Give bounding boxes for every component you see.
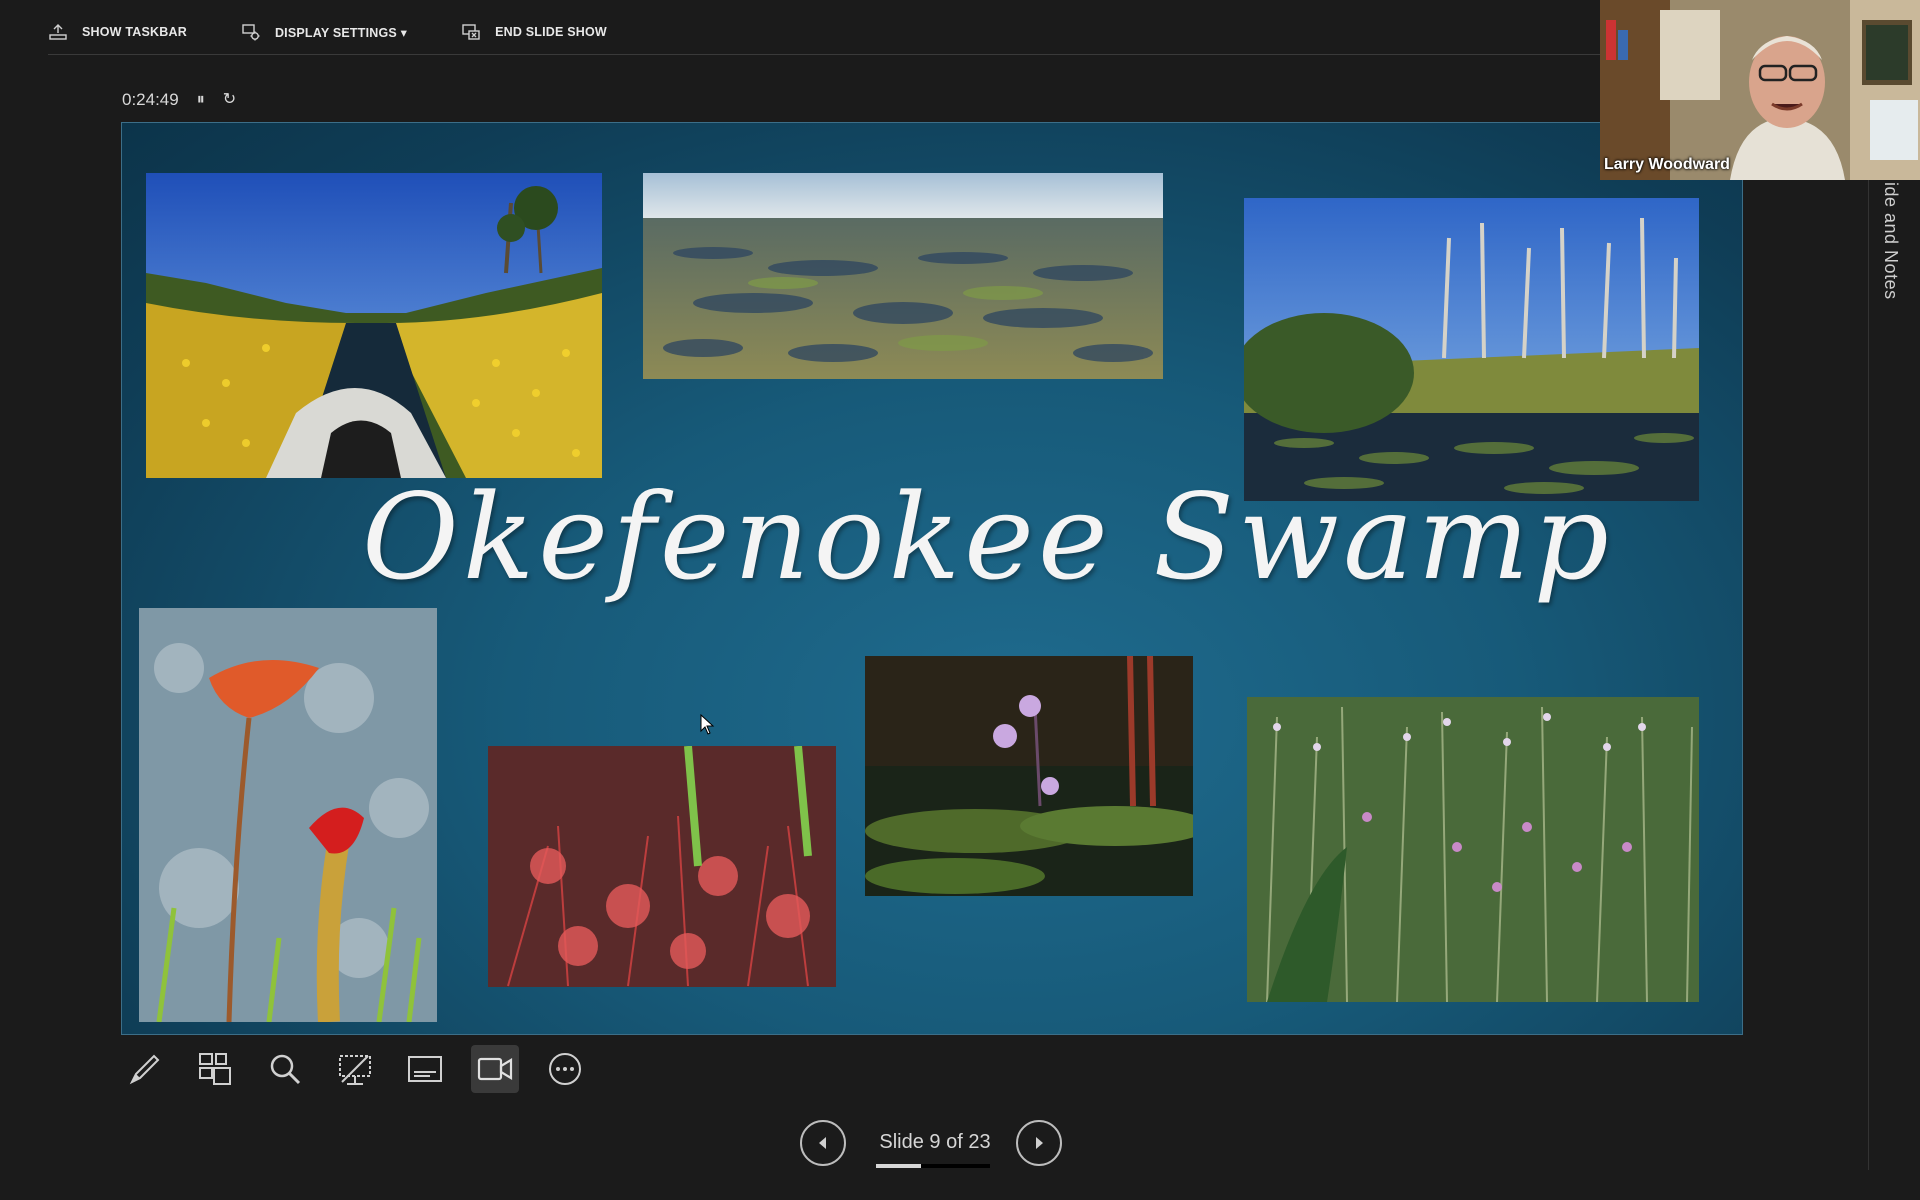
camera-toggle-button[interactable] xyxy=(331,1045,379,1093)
photo-canoe-canal xyxy=(146,173,602,478)
photo-cypress-lilypads xyxy=(1244,198,1699,501)
subtitles-icon xyxy=(408,1056,442,1082)
display-settings-label: DISPLAY SETTINGS ▾ xyxy=(274,25,408,40)
triangle-left-icon xyxy=(819,1137,826,1149)
slide-progress-bar xyxy=(876,1164,990,1168)
current-slide[interactable]: Okefenokee Swamp xyxy=(121,122,1743,1035)
pen-icon xyxy=(129,1054,160,1085)
previous-slide-button[interactable] xyxy=(800,1120,846,1166)
see-all-slides-button[interactable] xyxy=(191,1045,239,1093)
more-options-button[interactable] xyxy=(541,1045,589,1093)
video-button[interactable] xyxy=(471,1045,519,1093)
end-slide-show-label: END SLIDE SHOW xyxy=(495,25,607,39)
photo-bladderwort xyxy=(865,656,1193,896)
webcam-video: Larry Woodward xyxy=(1600,0,1920,180)
display-gear-icon xyxy=(242,24,260,41)
photo-aerial-prairie xyxy=(643,173,1163,379)
slide-navigation: Slide 9 of 23 xyxy=(800,1120,1068,1172)
webcam-feed-image xyxy=(1600,0,1920,180)
presentation-timer: 0:24:49 ⏸ ↻ xyxy=(122,90,236,110)
display-settings-button[interactable]: DISPLAY SETTINGS ▾ xyxy=(241,22,407,42)
ellipsis-icon xyxy=(549,1053,581,1085)
participant-name: Larry Woodward xyxy=(1604,156,1730,173)
pause-timer-button[interactable]: ⏸ xyxy=(197,92,205,108)
taskbar-icon xyxy=(49,24,67,40)
video-icon xyxy=(477,1057,513,1081)
zoom-button[interactable] xyxy=(261,1045,309,1093)
end-slide-show-button[interactable]: END SLIDE SHOW xyxy=(461,22,607,42)
mouse-cursor-icon xyxy=(700,714,715,735)
toolbar-divider xyxy=(48,54,1600,55)
magnifier-icon xyxy=(270,1054,301,1085)
end-show-icon xyxy=(462,24,480,40)
next-slide-button[interactable] xyxy=(1016,1120,1062,1166)
sidebar-divider xyxy=(1868,170,1869,1170)
slide-title: Okefenokee Swamp xyxy=(362,468,1613,606)
slide-progress-fill xyxy=(876,1164,921,1168)
photo-grass-flowers xyxy=(1247,697,1699,1002)
subtitles-button[interactable] xyxy=(401,1045,449,1093)
presenter-tools xyxy=(121,1045,589,1093)
timer-elapsed: 0:24:49 xyxy=(122,90,179,109)
show-taskbar-button[interactable]: SHOW TASKBAR xyxy=(48,22,187,42)
photo-pitcher-plant xyxy=(139,608,437,1022)
pen-tool-button[interactable] xyxy=(121,1045,169,1093)
photo-sundews xyxy=(488,746,836,987)
slides-grid-icon xyxy=(199,1053,231,1085)
top-toolbar: SHOW TASKBAR DISPLAY SETTINGS ▾ END SLID… xyxy=(48,18,607,46)
slide-counter[interactable]: Slide 9 of 23 xyxy=(874,1131,996,1154)
notes-panel-tab[interactable]: ide and Notes xyxy=(1880,182,1901,300)
show-taskbar-label: SHOW TASKBAR xyxy=(82,25,187,39)
camera-icon xyxy=(339,1055,371,1085)
triangle-right-icon xyxy=(1036,1137,1043,1149)
restart-timer-button[interactable]: ↻ xyxy=(223,92,236,108)
